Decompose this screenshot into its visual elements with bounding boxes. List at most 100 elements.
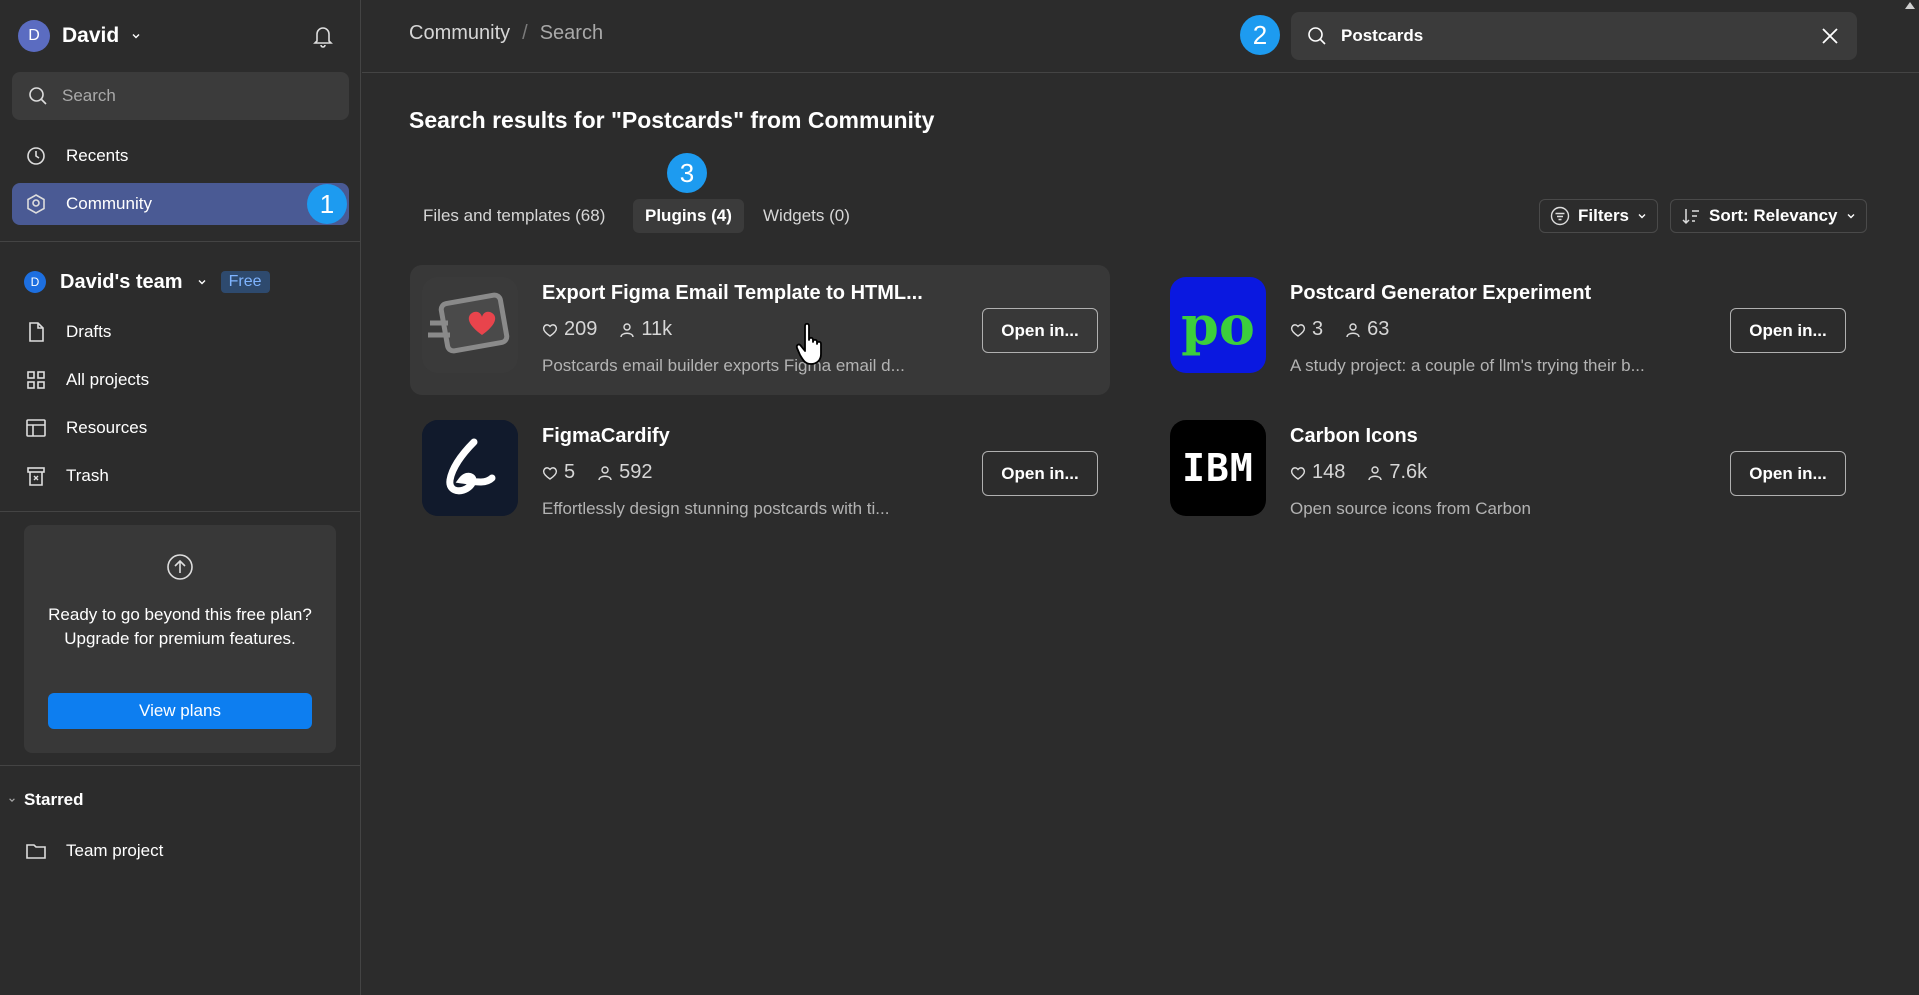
sort-button[interactable]: Sort: Relevancy	[1670, 199, 1867, 233]
search-icon	[28, 86, 48, 106]
resources-icon	[24, 416, 48, 440]
result-stats: 5 592	[542, 461, 667, 484]
result-card-figmacardify[interactable]: FigmaCardify 5 592 Effortlessly design s…	[410, 408, 1110, 538]
sidebar-item-label: Team project	[66, 841, 164, 860]
result-title[interactable]: FigmaCardify	[542, 425, 670, 448]
heart-icon	[1290, 322, 1306, 338]
chevron-down-icon	[8, 796, 16, 804]
user-name: David	[62, 24, 120, 47]
result-stats: 209 11k	[542, 318, 686, 341]
sidebar-item-trash[interactable]: Trash	[12, 455, 349, 497]
users-count: 7.6k	[1389, 461, 1428, 483]
open-in-button[interactable]: Open in...	[982, 451, 1098, 496]
trash-icon	[24, 464, 48, 488]
chevron-down-icon	[1846, 211, 1856, 221]
result-card-carbon-icons[interactable]: IBM Carbon Icons 148 7.6k Open source ic…	[1158, 408, 1858, 538]
sidebar-search-input[interactable]: Search	[12, 72, 349, 120]
users-count: 592	[619, 461, 653, 483]
user-icon	[1345, 322, 1361, 338]
breadcrumb-separator: /	[522, 22, 528, 44]
result-description: Postcards email builder exports Figma em…	[542, 356, 905, 375]
user-icon	[597, 465, 613, 481]
sort-icon	[1681, 206, 1701, 226]
sort-label: Sort: Relevancy	[1709, 206, 1838, 225]
breadcrumb-search: Search	[539, 22, 604, 44]
divider	[362, 72, 1919, 73]
sidebar-item-drafts[interactable]: Drafts	[12, 311, 349, 353]
folder-icon	[24, 839, 48, 863]
clock-icon	[24, 144, 48, 168]
user-icon	[619, 322, 635, 338]
sidebar-item-recents[interactable]: Recents	[12, 135, 349, 177]
sidebar-item-resources[interactable]: Resources	[12, 407, 349, 449]
view-plans-button[interactable]: View plans	[48, 693, 312, 729]
page-title: Search results for "Postcards" from Comm…	[409, 107, 935, 133]
plugin-thumbnail	[422, 277, 518, 373]
step-marker-1: 1	[307, 184, 347, 224]
step-marker-2: 2	[1240, 15, 1280, 55]
sidebar-item-label: Recents	[66, 146, 129, 165]
thumbnail-text: po	[1181, 293, 1255, 357]
likes-count: 3	[1312, 318, 1324, 340]
tab-plugins[interactable]: Plugins (4)	[633, 199, 744, 233]
breadcrumb-community[interactable]: Community	[409, 22, 510, 45]
tab-files-and-templates[interactable]: Files and templates (68)	[411, 199, 617, 233]
users-count: 63	[1367, 318, 1390, 340]
hand-cursor-icon	[795, 322, 829, 366]
close-icon[interactable]	[1821, 27, 1839, 45]
starred-section-toggle[interactable]: Starred	[8, 790, 84, 810]
likes-count: 5	[564, 461, 576, 483]
community-search-input[interactable]: Postcards	[1291, 12, 1857, 60]
team-switcher[interactable]: D David's team Free	[24, 266, 270, 298]
user-icon	[1367, 465, 1383, 481]
heart-icon	[1290, 465, 1306, 481]
divider	[0, 511, 361, 512]
bell-icon[interactable]	[312, 24, 334, 48]
open-in-button[interactable]: Open in...	[1730, 308, 1846, 353]
sidebar-item-label: Drafts	[66, 322, 112, 341]
plugin-thumbnail	[422, 420, 518, 516]
team-name: David's team	[60, 270, 183, 293]
user-menu[interactable]: D David	[18, 18, 141, 54]
result-title[interactable]: Export Figma Email Template to HTML...	[542, 282, 923, 305]
result-title[interactable]: Carbon Icons	[1290, 425, 1418, 448]
sidebar-item-label: Trash	[66, 466, 109, 485]
plugin-thumbnail: po	[1170, 277, 1266, 373]
sidebar-item-community[interactable]: Community 1	[12, 183, 349, 225]
result-stats: 148 7.6k	[1290, 461, 1441, 484]
plan-badge: Free	[220, 271, 270, 293]
filters-label: Filters	[1578, 206, 1630, 225]
filters-button[interactable]: Filters	[1539, 199, 1659, 233]
scroll-up-arrow[interactable]	[1905, 2, 1915, 9]
upload-icon	[166, 553, 194, 581]
chevron-down-icon	[197, 277, 207, 287]
heart-icon	[542, 322, 558, 338]
heart-icon	[542, 465, 558, 481]
result-title[interactable]: Postcard Generator Experiment	[1290, 282, 1591, 305]
result-card-postcard-generator[interactable]: po Postcard Generator Experiment 3 63 A …	[1158, 265, 1858, 395]
result-description: Effortlessly design stunning postcards w…	[542, 499, 890, 518]
result-stats: 3 63	[1290, 318, 1403, 341]
thumbnail-text: IBM	[1182, 446, 1254, 490]
sidebar-item-all-projects[interactable]: All projects	[12, 359, 349, 401]
open-in-button[interactable]: Open in...	[982, 308, 1098, 353]
likes-count: 209	[564, 318, 598, 340]
community-icon	[24, 192, 48, 216]
team-avatar: D	[24, 271, 46, 293]
sidebar-item-label: Resources	[66, 418, 148, 437]
result-card-export-figma-email[interactable]: Export Figma Email Template to HTML... 2…	[410, 265, 1110, 395]
avatar: D	[18, 20, 50, 52]
step-marker-3: 3	[667, 153, 707, 193]
result-description: Open source icons from Carbon	[1290, 499, 1531, 518]
open-in-button[interactable]: Open in...	[1730, 451, 1846, 496]
tab-widgets[interactable]: Widgets (0)	[751, 199, 862, 233]
breadcrumb: Community / Search	[409, 22, 603, 45]
likes-count: 148	[1312, 461, 1346, 483]
chevron-down-icon	[1637, 211, 1647, 221]
users-count: 11k	[641, 318, 673, 340]
starred-label: Starred	[24, 790, 84, 809]
divider	[0, 765, 361, 766]
divider	[0, 241, 361, 242]
sidebar-item-team-project[interactable]: Team project	[12, 830, 349, 872]
plugin-thumbnail: IBM	[1170, 420, 1266, 516]
